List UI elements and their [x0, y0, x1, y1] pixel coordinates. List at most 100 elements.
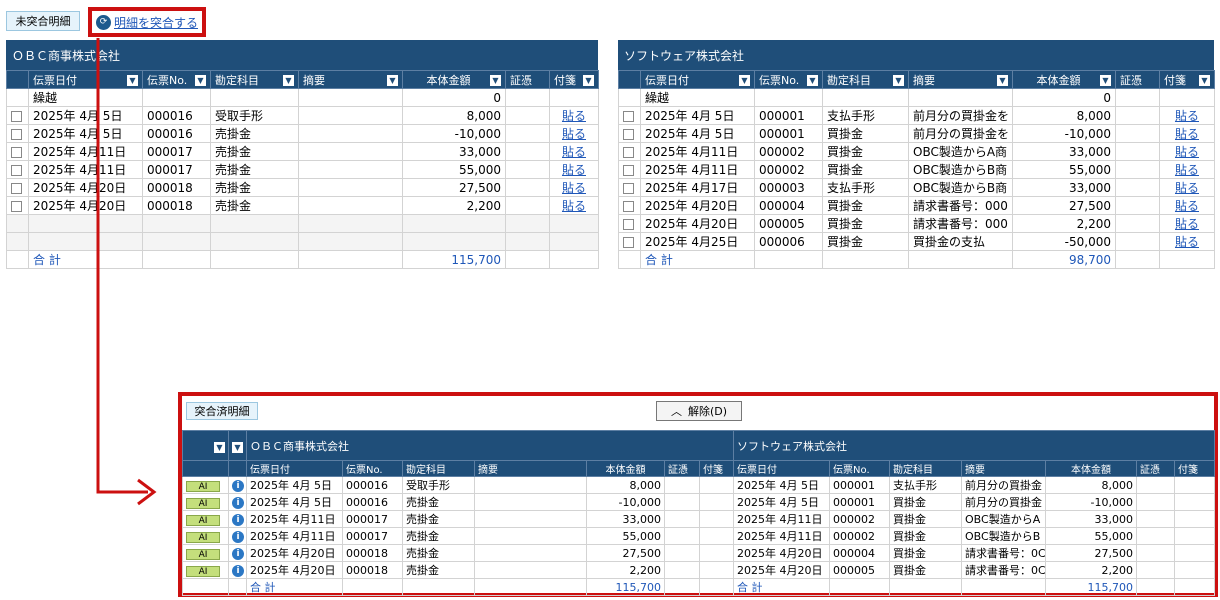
cell-amount: -10,000 [586, 493, 665, 511]
info-icon[interactable]: i [232, 480, 244, 492]
cell-note [1174, 544, 1216, 562]
info-cell[interactable]: i [228, 476, 247, 494]
cell-amount: 8,000 [586, 476, 665, 494]
cell-summary [474, 493, 587, 511]
cell-amount: 8,000 [1045, 476, 1138, 494]
cell-summary: 前月分の買掛金 [961, 476, 1047, 494]
cell-date: 2025年 4月 5日 [733, 476, 831, 494]
table-row: AI i 2025年 4月20日 000018 売掛金 27,500 2025年 4月20日… [182, 544, 1216, 562]
tab-matched[interactable]: 突合済明細 [186, 402, 258, 420]
cell-note [1174, 510, 1216, 528]
info-cell[interactable]: i [228, 510, 247, 528]
cell-summary: OBC製造からB [961, 527, 1047, 545]
cell-amount: 2,200 [586, 561, 665, 579]
cell-voucher [1136, 476, 1176, 494]
cell-voucher [664, 476, 700, 494]
total-row: 合 計 115,700 合 計 115,700 [182, 578, 1216, 596]
chevron-up-icon: ︿ [670, 405, 682, 418]
ai-badge[interactable]: AI [186, 480, 220, 492]
cell-no: 000002 [829, 510, 891, 528]
cell-note [698, 476, 735, 494]
dropdown-icon[interactable]: ▼ [214, 441, 225, 453]
ai-badge-cell[interactable]: AI [182, 527, 229, 545]
info-cell[interactable]: i [228, 527, 247, 545]
cell-voucher [664, 493, 700, 511]
cell-no: 000017 [342, 510, 403, 528]
cell-voucher [664, 510, 700, 528]
cell-voucher [1136, 510, 1176, 528]
cell-date: 2025年 4月20日 [246, 561, 343, 579]
cell-date: 2025年 4月 5日 [246, 493, 343, 511]
unmatch-button[interactable]: ︿ 解除(D) [656, 401, 742, 421]
ai-badge-cell[interactable]: AI [182, 476, 229, 494]
info-icon[interactable]: i [232, 514, 244, 526]
cell-no: 000016 [342, 493, 403, 511]
cell-voucher [1136, 493, 1176, 511]
info-cell[interactable]: i [228, 561, 247, 579]
cell-account: 受取手形 [402, 476, 475, 494]
cell-account: 売掛金 [402, 510, 475, 528]
ai-badge-cell[interactable]: AI [182, 561, 229, 579]
ai-badge-cell[interactable]: AI [182, 493, 229, 511]
cell-note [698, 561, 735, 579]
cell-amount: -10,000 [1045, 493, 1138, 511]
cell-account: 買掛金 [889, 527, 963, 545]
cell-voucher [1136, 544, 1176, 562]
dropdown-icon[interactable]: ▼ [232, 441, 243, 453]
cell-summary [474, 561, 587, 579]
table-header: 伝票日付 伝票No. 勘定科目 摘要 本体金額 証憑 付箋 伝票日付 伝票No. 勘定科目 摘要本… [182, 460, 1216, 477]
cell-note [698, 527, 735, 545]
table-row: AI i 2025年 4月11日 000017 売掛金 33,000 2025年 4月11日… [182, 510, 1216, 528]
cell-amount: 33,000 [1045, 510, 1138, 528]
ai-badge[interactable]: AI [186, 514, 220, 526]
cell-no: 000018 [342, 561, 403, 579]
cell-account: 買掛金 [889, 510, 963, 528]
ai-badge-cell[interactable]: AI [182, 510, 229, 528]
cell-account: 買掛金 [889, 544, 963, 562]
cell-note [698, 544, 735, 562]
table-row: AI i 2025年 4月11日 000017 売掛金 55,000 2025年 4月11日… [182, 527, 1216, 545]
cell-no: 000017 [342, 527, 403, 545]
ai-badge[interactable]: AI [186, 565, 220, 577]
cell-date: 2025年 4月 5日 [246, 476, 343, 494]
ai-badge-cell[interactable]: AI [182, 544, 229, 562]
cell-account: 売掛金 [402, 527, 475, 545]
cell-amount: 55,000 [586, 527, 665, 545]
table-row: AI i 2025年 4月20日 000018 売掛金 2,200 2025年 4月20日 0… [182, 561, 1216, 579]
cell-account: 買掛金 [889, 493, 963, 511]
cell-date: 2025年 4月 5日 [733, 493, 831, 511]
info-cell[interactable]: i [228, 493, 247, 511]
cell-note [698, 493, 735, 511]
ai-badge[interactable]: AI [186, 548, 220, 560]
cell-note [698, 510, 735, 528]
info-icon[interactable]: i [232, 565, 244, 577]
info-icon[interactable]: i [232, 497, 244, 509]
cell-voucher [664, 544, 700, 562]
cell-summary [474, 476, 587, 494]
cell-date: 2025年 4月20日 [733, 544, 831, 562]
cell-account: 売掛金 [402, 544, 475, 562]
cell-amount: 33,000 [586, 510, 665, 528]
cell-date: 2025年 4月11日 [733, 527, 831, 545]
cell-summary: 前月分の買掛金 [961, 493, 1047, 511]
info-cell[interactable]: i [228, 544, 247, 562]
cell-note [1174, 493, 1216, 511]
info-icon[interactable]: i [232, 531, 244, 543]
cell-no: 000016 [342, 476, 403, 494]
cell-summary [474, 544, 587, 562]
ai-badge[interactable]: AI [186, 497, 220, 509]
cell-summary: OBC製造からA [961, 510, 1047, 528]
cell-date: 2025年 4月11日 [246, 510, 343, 528]
cell-amount: 27,500 [1045, 544, 1138, 562]
cell-amount: 2,200 [1045, 561, 1138, 579]
cell-account: 支払手形 [889, 476, 963, 494]
cell-no: 000001 [829, 493, 891, 511]
matched-table: ▼ ▼ ＯＢＣ商事株式会社 ソフトウェア株式会社 伝票日付 伝票No. 勘定科目 摘要… [182, 430, 1216, 596]
cell-summary [474, 527, 587, 545]
cell-note [1174, 476, 1216, 494]
cell-account: 買掛金 [889, 561, 963, 579]
info-icon[interactable]: i [232, 548, 244, 560]
ai-badge[interactable]: AI [186, 531, 220, 543]
cell-summary: 請求書番号：0C [961, 561, 1047, 579]
cell-account: 売掛金 [402, 493, 475, 511]
